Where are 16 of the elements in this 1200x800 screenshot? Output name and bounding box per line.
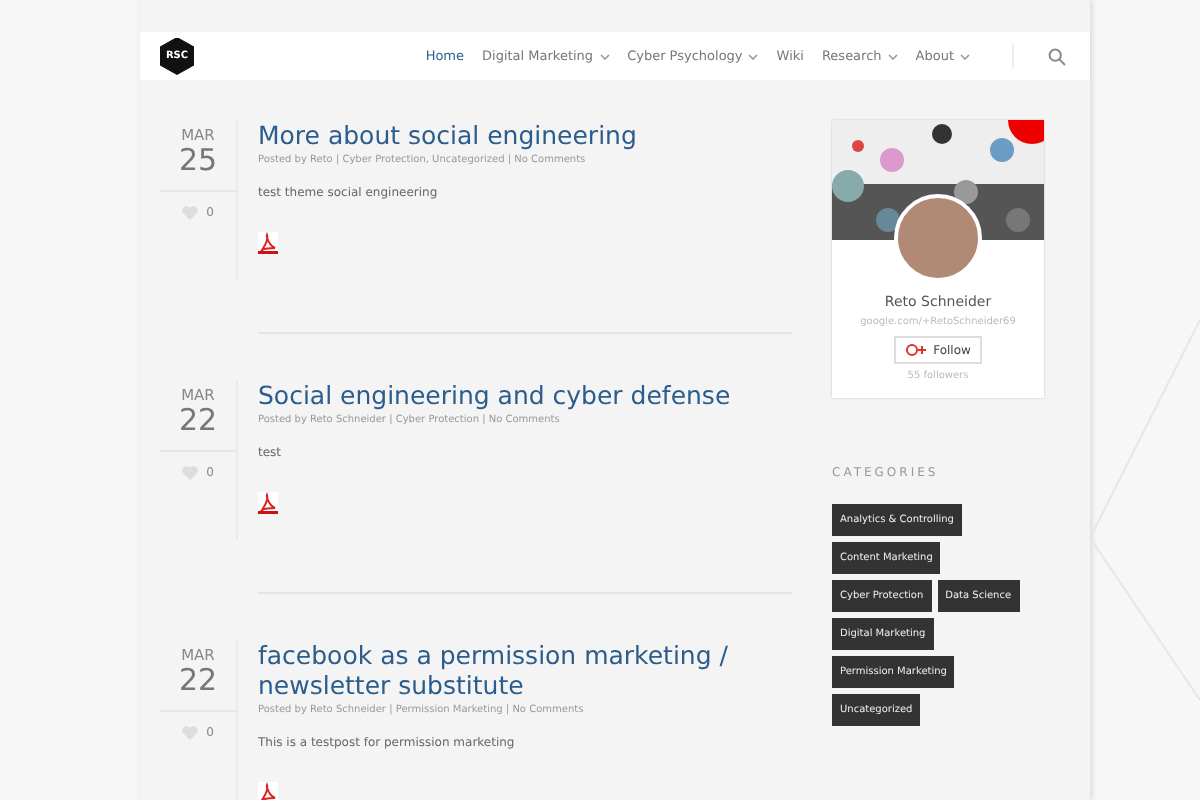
- post-title[interactable]: More about social engineering: [258, 120, 792, 150]
- avatar: [894, 194, 982, 282]
- pdf-icon[interactable]: [258, 492, 278, 514]
- pdf-icon[interactable]: [258, 232, 278, 254]
- google-plus-icon: [905, 342, 926, 358]
- post-day: 22: [178, 664, 218, 696]
- post-day: 22: [178, 404, 218, 436]
- post-title[interactable]: Social engineering and cyber defense: [258, 380, 792, 410]
- caret-icon: [887, 53, 898, 59]
- caret-icon: [748, 53, 759, 59]
- post-title[interactable]: facebook as a permission marketing / newsletter substitute: [258, 640, 792, 700]
- pdf-icon[interactable]: [258, 782, 278, 800]
- post-day: 25: [178, 144, 218, 176]
- caret-icon: [960, 53, 970, 59]
- search-icon[interactable]: [1048, 47, 1066, 65]
- caret-icon: [599, 53, 610, 59]
